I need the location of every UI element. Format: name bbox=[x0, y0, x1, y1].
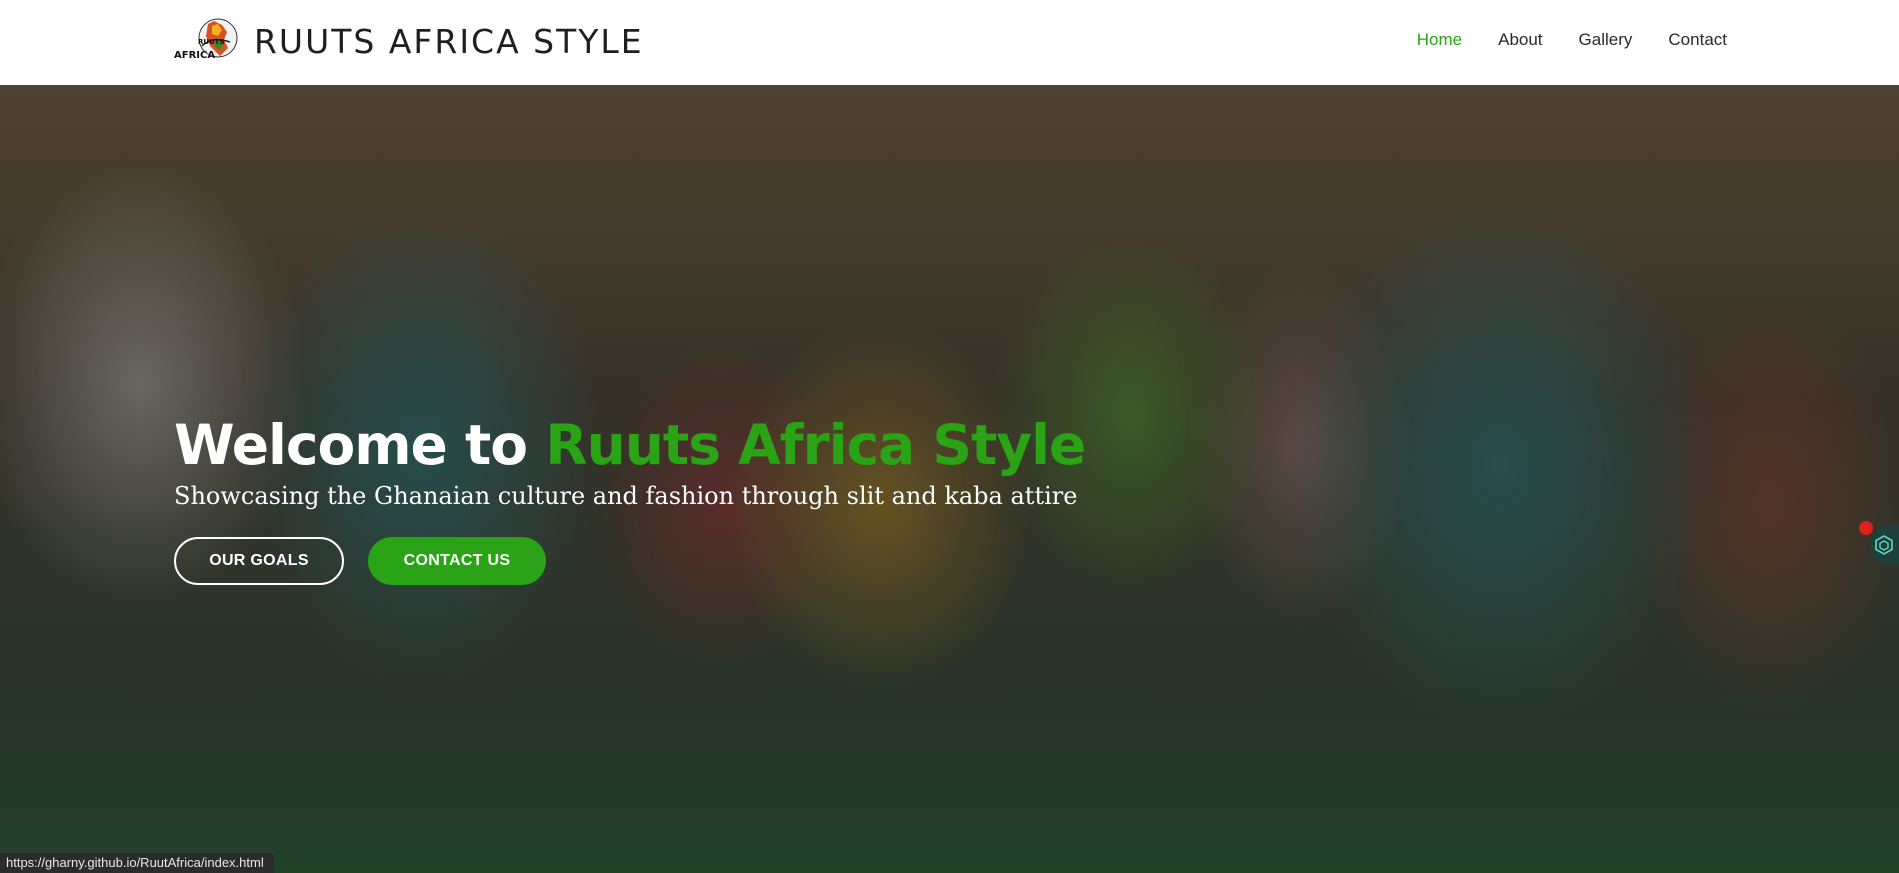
nav-gallery[interactable]: Gallery bbox=[1579, 30, 1633, 50]
svg-text:RUUTS: RUUTS bbox=[198, 38, 225, 46]
hexagon-icon bbox=[1875, 535, 1893, 555]
nav-home[interactable]: Home bbox=[1417, 30, 1462, 50]
notification-dot bbox=[1859, 521, 1873, 535]
hero-title-prefix: Welcome to bbox=[174, 413, 546, 477]
contact-us-button[interactable]: CONTACT US bbox=[368, 536, 546, 585]
status-bar-url: https://gharny.github.io/RuutAfrica/inde… bbox=[0, 853, 274, 873]
svg-text:AFRICA: AFRICA bbox=[174, 50, 215, 61]
our-goals-button[interactable]: OUR GOALS bbox=[174, 536, 344, 585]
nav-contact[interactable]: Contact bbox=[1668, 30, 1727, 50]
hero-section: Welcome to Ruuts Africa Style Showcasing… bbox=[0, 85, 1899, 873]
site-header: RUUTS AFRICA RUUTS AFRICA STYLE Home Abo… bbox=[0, 0, 1899, 85]
hero-content: Welcome to Ruuts Africa Style Showcasing… bbox=[174, 413, 1086, 585]
brand[interactable]: RUUTS AFRICA RUUTS AFRICA STYLE bbox=[172, 16, 644, 66]
hero-title: Welcome to Ruuts Africa Style bbox=[174, 413, 1086, 477]
nav-about[interactable]: About bbox=[1498, 30, 1542, 50]
hero-subtitle: Showcasing the Ghanaian culture and fash… bbox=[174, 481, 1078, 510]
logo-icon: RUUTS AFRICA bbox=[174, 18, 238, 61]
main-nav: Home About Gallery Contact bbox=[1417, 30, 1727, 50]
hero-title-accent: Ruuts Africa Style bbox=[545, 413, 1086, 477]
brand-name[interactable]: RUUTS AFRICA STYLE bbox=[254, 22, 644, 61]
hero-buttons: OUR GOALS CONTACT US bbox=[174, 536, 1085, 585]
